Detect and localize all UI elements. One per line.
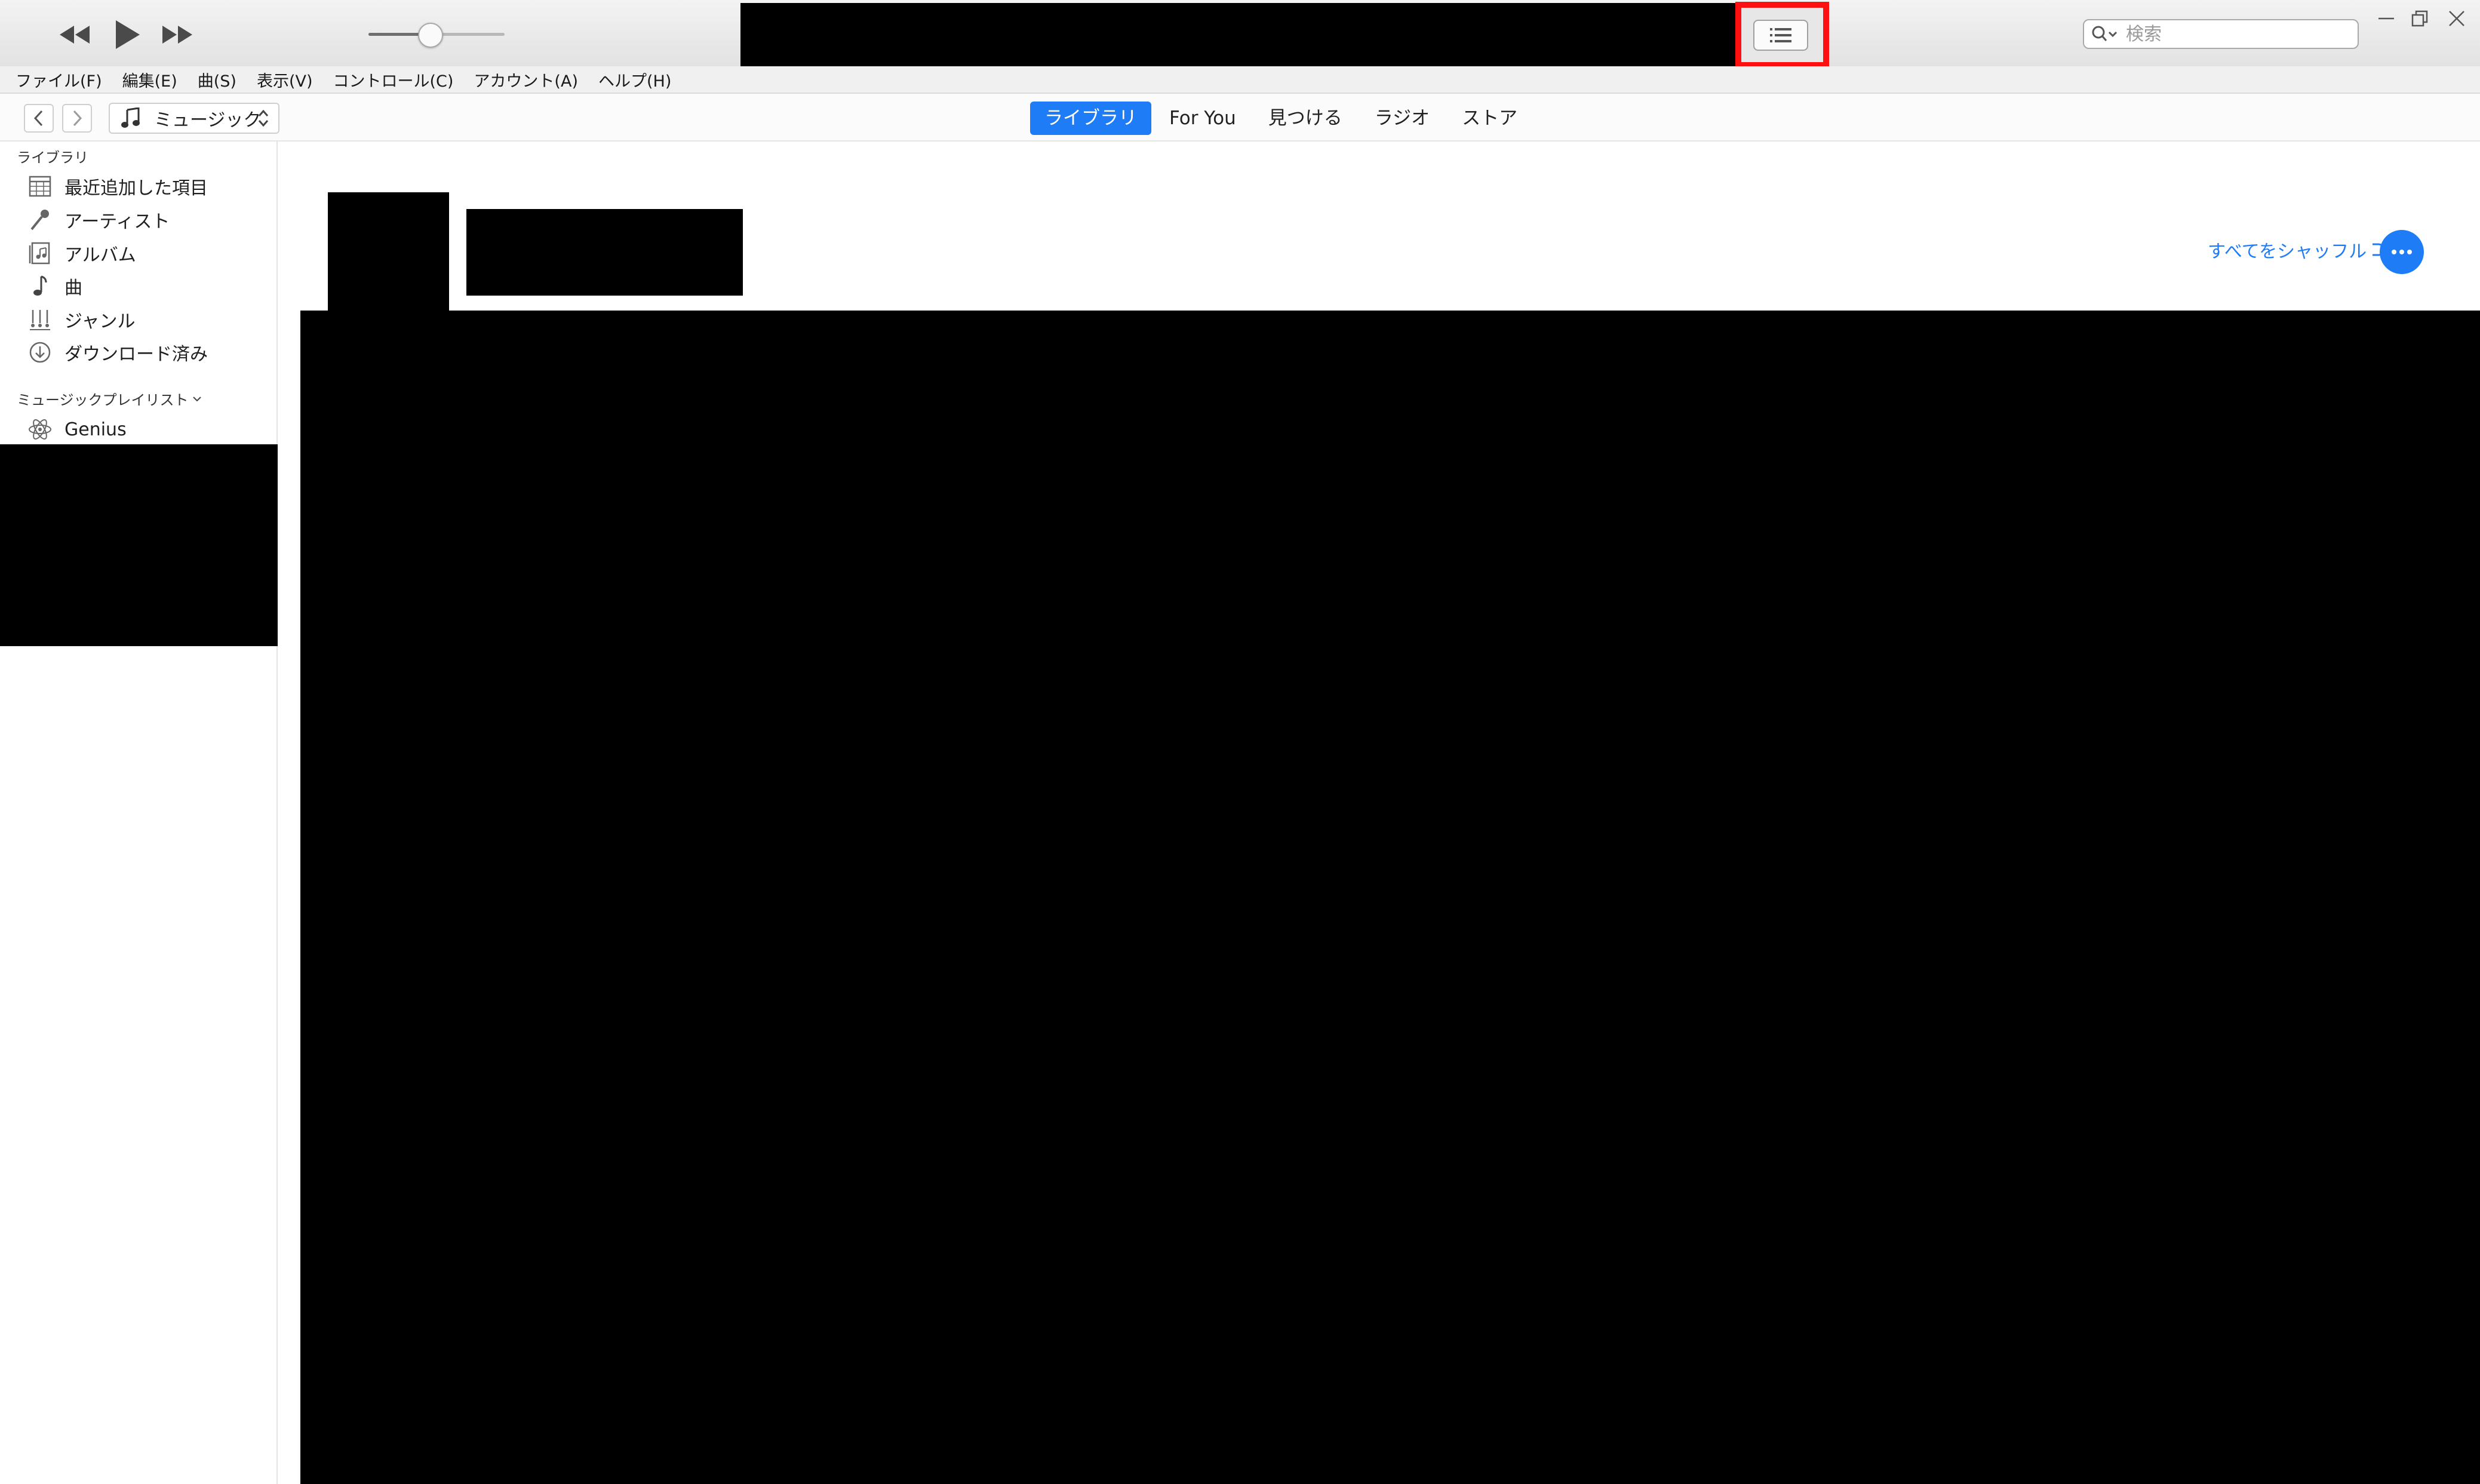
shuffle-all-label: すべてをシャッフル (2208, 241, 2367, 262)
menu-bar: ファイル(F) 編集(E) 曲(S) 表示(V) コントロール(C) アカウント… (0, 66, 2480, 94)
chevron-right-icon (73, 110, 82, 127)
media-type-label: ミュージック (154, 110, 262, 131)
menu-account[interactable]: アカウント(A) (474, 68, 578, 91)
genre-icon (30, 310, 50, 330)
playlists-section-header[interactable]: ミュージックプレイリスト (17, 388, 202, 409)
playlists-section-label: ミュージックプレイリスト (17, 392, 189, 408)
sidebar-item-label: ダウンロード済み (64, 344, 208, 365)
sidebar-item-songs[interactable]: 曲 (0, 270, 278, 302)
music-note-icon (33, 275, 47, 296)
download-icon (29, 342, 51, 363)
tab-browse[interactable]: 見つける (1254, 102, 1357, 135)
menu-edit[interactable]: 編集(E) (122, 68, 177, 91)
sidebar-item-label: ジャンル (64, 311, 136, 332)
artwork-redacted (328, 192, 449, 312)
ellipsis-icon (2392, 250, 2412, 254)
fast-forward-icon (162, 26, 192, 44)
search-input[interactable] (2125, 23, 2324, 45)
sidebar-item-genius[interactable]: Genius (0, 413, 278, 445)
minimize-button[interactable] (2368, 5, 2404, 32)
sidebar-item-label: アーティスト (64, 211, 170, 232)
menu-help[interactable]: ヘルプ(H) (598, 68, 671, 91)
menu-controls[interactable]: コントロール(C) (333, 68, 454, 91)
up-next-list-button[interactable] (1753, 20, 1808, 51)
sidebar-item-label: アルバム (64, 245, 136, 266)
now-playing-display-redacted (740, 3, 1828, 66)
content-area-redacted (300, 311, 2480, 1484)
calendar-grid-icon (29, 176, 51, 197)
sidebar-item-albums[interactable]: アルバム (0, 237, 278, 269)
rewind-button[interactable] (53, 20, 96, 49)
genius-atom-icon (29, 419, 51, 440)
tab-radio[interactable]: ラジオ (1360, 102, 1444, 135)
sidebar-item-label: 最近追加した項目 (64, 178, 208, 199)
close-icon (2449, 11, 2464, 26)
sidebar-item-downloaded[interactable]: ダウンロード済み (0, 336, 278, 368)
back-button[interactable] (24, 104, 54, 133)
menu-file[interactable]: ファイル(F) (16, 68, 102, 91)
album-icon (29, 242, 50, 265)
more-options-button[interactable] (2380, 230, 2424, 274)
search-icon (2092, 26, 2118, 41)
sidebar-item-label: Genius (64, 419, 127, 440)
sidebar-item-genres[interactable]: ジャンル (0, 303, 278, 336)
sidebar-item-label: 曲 (64, 278, 82, 299)
chevron-left-icon (33, 110, 43, 127)
play-button[interactable] (107, 16, 147, 54)
tab-store[interactable]: ストア (1448, 102, 1532, 135)
menu-view[interactable]: 表示(V) (257, 68, 313, 91)
title-redacted (466, 209, 743, 296)
chevron-down-icon (192, 396, 201, 401)
restore-window-icon (2411, 10, 2428, 27)
tab-library[interactable]: ライブラリ (1030, 102, 1151, 135)
shuffle-all-button[interactable]: すべてをシャッフル (2208, 236, 2400, 263)
music-note-icon (121, 107, 140, 128)
close-button[interactable] (2439, 5, 2475, 32)
play-icon (116, 20, 140, 49)
section-tabs: ライブラリ For You 見つける ラジオ ストア (1030, 102, 1535, 135)
restore-button[interactable] (2402, 5, 2438, 32)
minimize-icon (2378, 17, 2394, 20)
menu-song[interactable]: 曲(S) (198, 68, 236, 91)
list-icon (1770, 28, 1791, 42)
search-field[interactable] (2083, 19, 2359, 49)
media-type-selector[interactable]: ミュージック (109, 103, 279, 134)
fast-forward-button[interactable] (156, 20, 199, 49)
rewind-icon (60, 26, 90, 44)
microphone-icon (30, 210, 49, 231)
forward-button[interactable] (62, 104, 92, 133)
sidebar-item-artists[interactable]: アーティスト (0, 204, 278, 236)
sidebar-item-recently-added[interactable]: 最近追加した項目 (0, 170, 278, 202)
tab-for-you[interactable]: For You (1155, 102, 1250, 135)
playlist-list-redacted (0, 444, 278, 646)
library-section-header: ライブラリ (17, 149, 88, 166)
up-down-chevron-icon (258, 109, 269, 127)
volume-slider-knob[interactable] (418, 23, 443, 48)
